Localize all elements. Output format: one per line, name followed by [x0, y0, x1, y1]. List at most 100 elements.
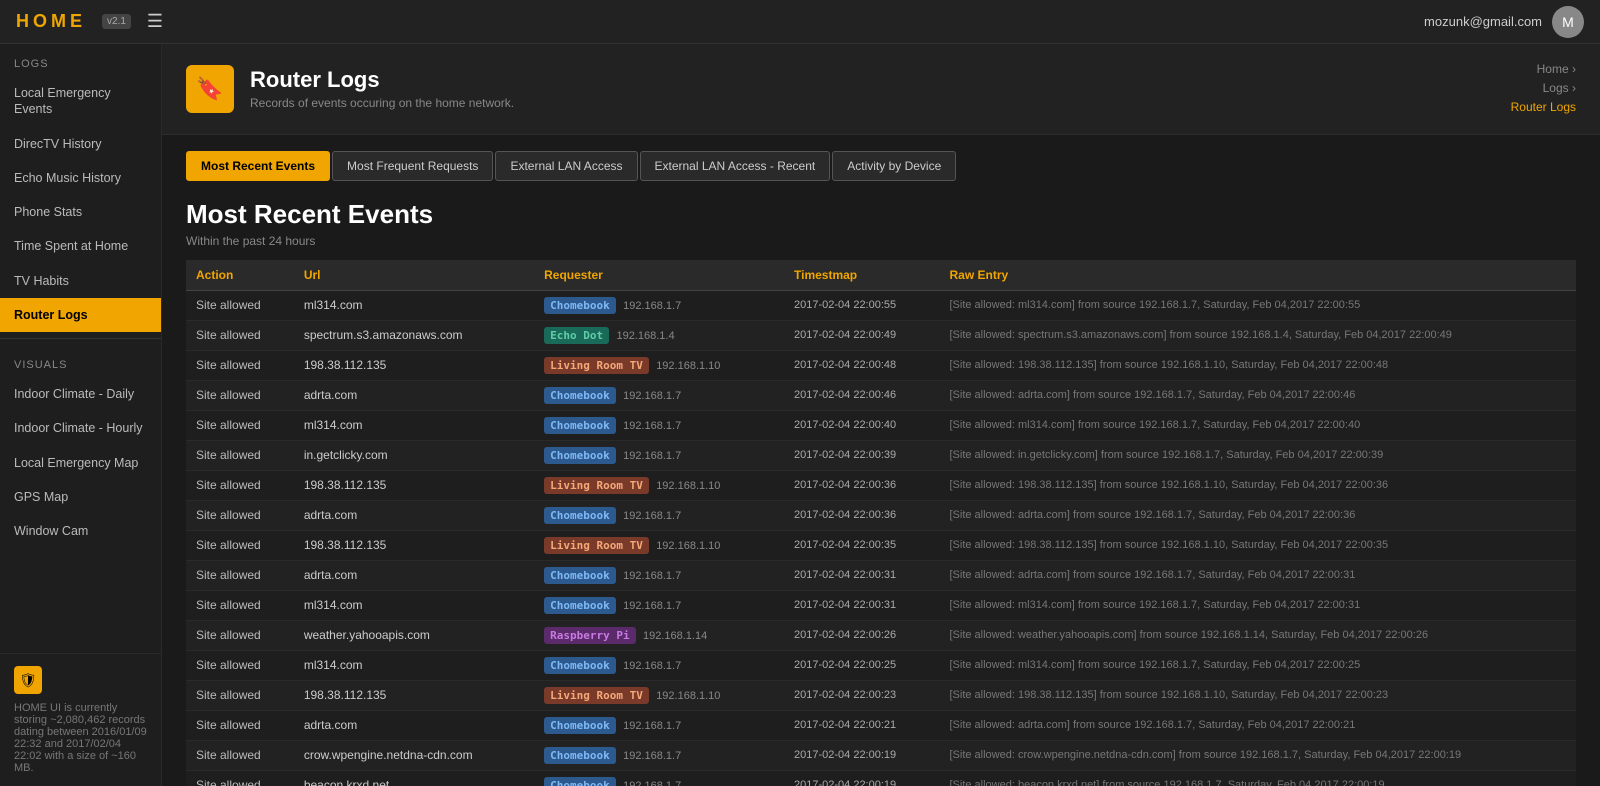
- cell-url: crow.wpengine.netdna-cdn.com: [294, 740, 534, 770]
- table-row: Site allowed ml314.com Chomebook 192.168…: [186, 410, 1576, 440]
- device-badge: Chomebook: [544, 717, 616, 734]
- device-badge: Chomebook: [544, 567, 616, 584]
- cell-raw: [Site allowed: 198.38.112.135] from sour…: [939, 350, 1576, 380]
- content-header: 🔖 Router Logs Records of events occuring…: [162, 44, 1600, 135]
- device-badge: Living Room TV: [544, 687, 649, 704]
- cell-url: ml314.com: [294, 410, 534, 440]
- sidebar-bottom-info: 🛡 HOME UI is currently storing ~2,080,46…: [0, 653, 161, 786]
- col-url: Url: [294, 260, 534, 291]
- ip-address: 192.168.1.10: [656, 690, 720, 702]
- device-badge: Chomebook: [544, 657, 616, 674]
- cell-raw: [Site allowed: crow.wpengine.netdna-cdn.…: [939, 740, 1576, 770]
- ip-address: 192.168.1.14: [643, 630, 707, 642]
- table-row: Site allowed 198.38.112.135 Living Room …: [186, 470, 1576, 500]
- cell-action: Site allowed: [186, 290, 294, 320]
- cell-action: Site allowed: [186, 350, 294, 380]
- sidebar-visuals-label: Visuals: [0, 345, 161, 377]
- table-row: Site allowed spectrum.s3.amazonaws.com E…: [186, 320, 1576, 350]
- sidebar-item-phone-stats[interactable]: Phone Stats: [0, 195, 161, 229]
- device-badge: Chomebook: [544, 417, 616, 434]
- router-logs-icon: 🔖: [186, 65, 234, 113]
- topbar-right: mozunk@gmail.com M: [1424, 6, 1584, 38]
- menu-toggle-button[interactable]: ☰: [147, 11, 163, 32]
- ip-address: 192.168.1.7: [623, 750, 681, 762]
- breadcrumb-home: Home: [1537, 62, 1569, 76]
- cell-action: Site allowed: [186, 650, 294, 680]
- col-requester: Requester: [534, 260, 784, 291]
- sidebar-item-tv-habits[interactable]: TV Habits: [0, 264, 161, 298]
- table-row: Site allowed weather.yahooapis.com Raspb…: [186, 620, 1576, 650]
- cell-url: spectrum.s3.amazonaws.com: [294, 320, 534, 350]
- cell-raw: [Site allowed: adrta.com] from source 19…: [939, 710, 1576, 740]
- cell-url: adrta.com: [294, 710, 534, 740]
- cell-requester: Chomebook 192.168.1.7: [534, 290, 784, 320]
- sidebar-item-window-cam[interactable]: Window Cam: [0, 514, 161, 548]
- cell-timestamp: 2017-02-04 22:00:31: [784, 560, 939, 590]
- cell-requester: Chomebook 192.168.1.7: [534, 770, 784, 786]
- table-row: Site allowed in.getclicky.com Chomebook …: [186, 440, 1576, 470]
- ip-address: 192.168.1.10: [656, 540, 720, 552]
- device-badge: Raspberry Pi: [544, 627, 635, 644]
- tab-external-lan[interactable]: External LAN Access: [495, 151, 637, 181]
- sidebar-item-router-logs[interactable]: Router Logs: [0, 298, 161, 332]
- avatar: M: [1552, 6, 1584, 38]
- cell-requester: Living Room TV 192.168.1.10: [534, 530, 784, 560]
- sidebar: Logs Local Emergency Events DirecTV Hist…: [0, 44, 162, 786]
- cell-requester: Chomebook 192.168.1.7: [534, 710, 784, 740]
- tab-external-lan-recent[interactable]: External LAN Access - Recent: [640, 151, 831, 181]
- cell-url: 198.38.112.135: [294, 470, 534, 500]
- cell-raw: [Site allowed: ml314.com] from source 19…: [939, 410, 1576, 440]
- cell-requester: Living Room TV 192.168.1.10: [534, 470, 784, 500]
- sidebar-item-local-emergency-map[interactable]: Local Emergency Map: [0, 446, 161, 480]
- cell-raw: [Site allowed: 198.38.112.135] from sour…: [939, 470, 1576, 500]
- device-badge: Chomebook: [544, 507, 616, 524]
- ip-address: 192.168.1.7: [623, 450, 681, 462]
- section-subtitle: Within the past 24 hours: [162, 234, 1600, 260]
- table-row: Site allowed adrta.com Chomebook 192.168…: [186, 380, 1576, 410]
- cell-timestamp: 2017-02-04 22:00:25: [784, 650, 939, 680]
- sidebar-item-gps-map[interactable]: GPS Map: [0, 480, 161, 514]
- cell-url: ml314.com: [294, 290, 534, 320]
- cell-timestamp: 2017-02-04 22:00:36: [784, 470, 939, 500]
- tab-most-frequent[interactable]: Most Frequent Requests: [332, 151, 493, 181]
- cell-timestamp: 2017-02-04 22:00:39: [784, 440, 939, 470]
- storage-info-text: HOME UI is currently storing ~2,080,462 …: [14, 702, 147, 774]
- content-area: 🔖 Router Logs Records of events occuring…: [162, 44, 1600, 786]
- page-title: Router Logs: [250, 67, 514, 93]
- ip-address: 192.168.1.10: [656, 480, 720, 492]
- sidebar-item-indoor-climate-hourly[interactable]: Indoor Climate - Hourly: [0, 411, 161, 445]
- sidebar-item-directv-history[interactable]: DirecTV History: [0, 127, 161, 161]
- cell-timestamp: 2017-02-04 22:00:46: [784, 380, 939, 410]
- table-row: Site allowed adrta.com Chomebook 192.168…: [186, 560, 1576, 590]
- cell-requester: Chomebook 192.168.1.7: [534, 380, 784, 410]
- ip-address: 192.168.1.7: [623, 510, 681, 522]
- table-row: Site allowed 198.38.112.135 Living Room …: [186, 350, 1576, 380]
- table-row: Site allowed ml314.com Chomebook 192.168…: [186, 590, 1576, 620]
- table-row: Site allowed beacon.krxd.net Chomebook 1…: [186, 770, 1576, 786]
- cell-action: Site allowed: [186, 440, 294, 470]
- device-badge: Echo Dot: [544, 327, 609, 344]
- device-badge: Chomebook: [544, 747, 616, 764]
- sidebar-item-indoor-climate-daily[interactable]: Indoor Climate - Daily: [0, 377, 161, 411]
- sidebar-item-time-spent-at-home[interactable]: Time Spent at Home: [0, 229, 161, 263]
- user-email: mozunk@gmail.com: [1424, 14, 1542, 29]
- tabs-bar: Most Recent Events Most Frequent Request…: [162, 135, 1600, 181]
- device-badge: Chomebook: [544, 387, 616, 404]
- tab-activity-by-device[interactable]: Activity by Device: [832, 151, 956, 181]
- sidebar-item-echo-music-history[interactable]: Echo Music History: [0, 161, 161, 195]
- tab-most-recent[interactable]: Most Recent Events: [186, 151, 330, 181]
- cell-raw: [Site allowed: beacon.krxd.net] from sou…: [939, 770, 1576, 786]
- cell-action: Site allowed: [186, 410, 294, 440]
- app-logo: HOME: [16, 11, 86, 32]
- breadcrumb-current: Router Logs: [1511, 100, 1576, 114]
- cell-action: Site allowed: [186, 320, 294, 350]
- table-row: Site allowed 198.38.112.135 Living Room …: [186, 530, 1576, 560]
- sidebar-item-local-emergency-events[interactable]: Local Emergency Events: [0, 76, 161, 127]
- cell-url: in.getclicky.com: [294, 440, 534, 470]
- ip-address: 192.168.1.7: [623, 660, 681, 672]
- cell-action: Site allowed: [186, 470, 294, 500]
- ip-address: 192.168.1.7: [623, 600, 681, 612]
- col-action: Action: [186, 260, 294, 291]
- cell-raw: [Site allowed: adrta.com] from source 19…: [939, 560, 1576, 590]
- cell-url: ml314.com: [294, 590, 534, 620]
